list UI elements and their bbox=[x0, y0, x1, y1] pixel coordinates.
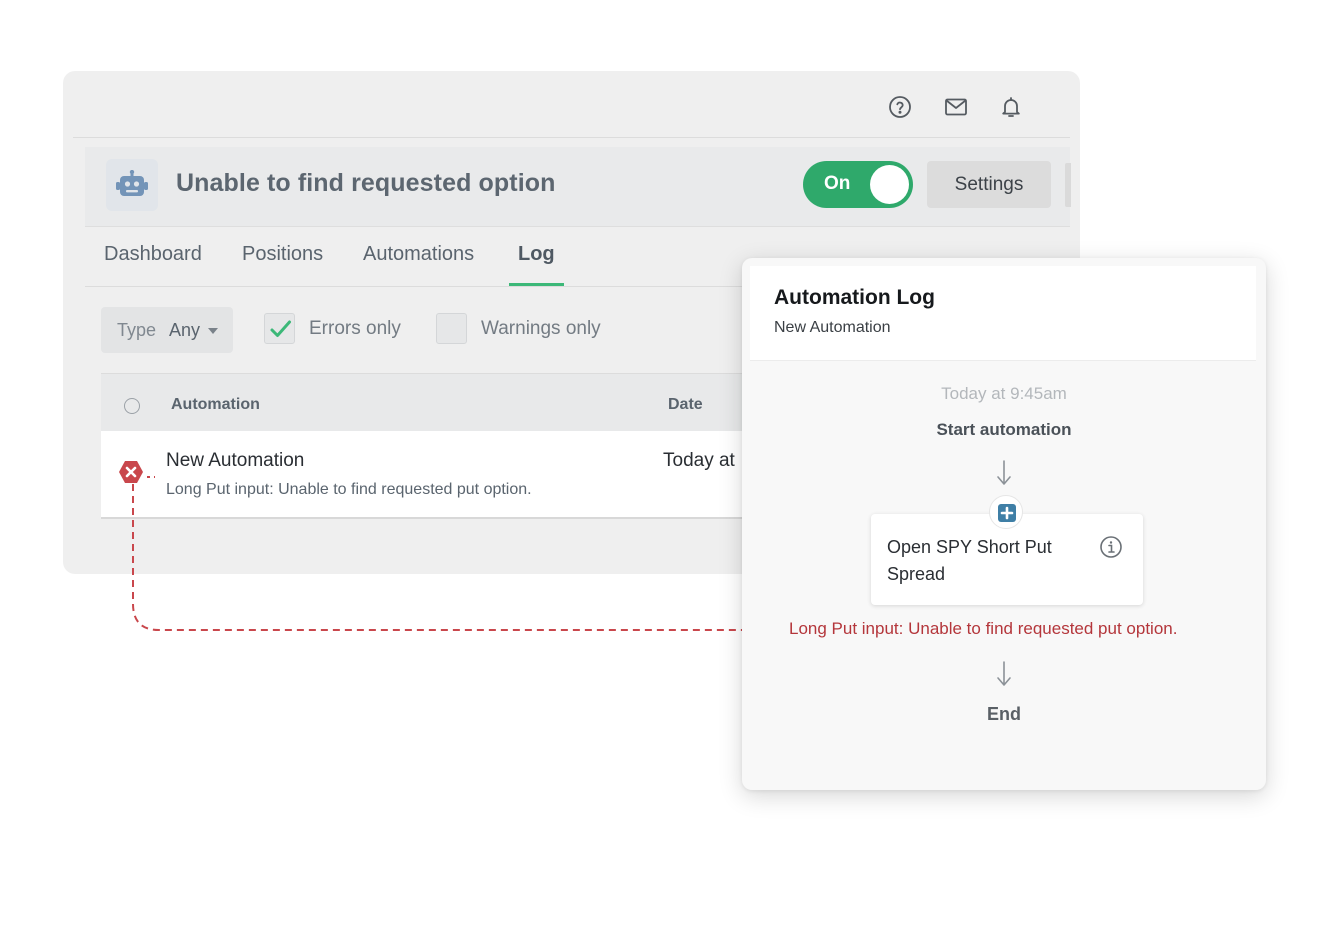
errors-only-checkbox[interactable] bbox=[264, 313, 295, 344]
card-subtitle: New Automation bbox=[774, 319, 891, 336]
type-filter-dropdown[interactable]: Type Any bbox=[101, 307, 233, 353]
tab-automations[interactable]: Automations bbox=[363, 243, 474, 266]
flow-start-label: Start automation bbox=[936, 420, 1072, 439]
column-header-automation[interactable]: Automation bbox=[171, 396, 260, 414]
row-automation-name: New Automation bbox=[166, 450, 305, 471]
step-label: Open SPY Short Put Spread bbox=[887, 537, 1052, 584]
card-header: Automation Log New Automation bbox=[750, 266, 1256, 361]
mail-icon[interactable] bbox=[944, 95, 968, 119]
robot-icon bbox=[106, 159, 158, 211]
flow-error-message: Long Put input: Unable to find requested… bbox=[789, 619, 1178, 638]
partial-button[interactable] bbox=[1065, 163, 1071, 207]
tab-positions[interactable]: Positions bbox=[242, 243, 323, 266]
checkmark-icon bbox=[270, 320, 291, 337]
type-filter-label: Type bbox=[117, 320, 157, 340]
tab-log[interactable]: Log bbox=[518, 243, 555, 266]
on-off-toggle[interactable]: On bbox=[803, 161, 913, 208]
plus-icon bbox=[998, 504, 1016, 522]
arrow-down-icon bbox=[997, 460, 1011, 485]
table-row[interactable]: New Automation Long Put input: Unable to… bbox=[101, 431, 801, 519]
tab-dashboard[interactable]: Dashboard bbox=[104, 243, 202, 266]
chevron-down-icon bbox=[208, 328, 218, 334]
arrow-down-icon bbox=[997, 661, 1011, 686]
error-icon bbox=[119, 461, 143, 483]
card-title: Automation Log bbox=[774, 286, 935, 309]
column-header-date[interactable]: Date bbox=[668, 396, 703, 414]
log-table: Automation Date New Automation Long Put … bbox=[101, 373, 801, 519]
header-divider bbox=[85, 226, 1070, 227]
row-error-message: Long Put input: Unable to find requested… bbox=[166, 481, 532, 498]
warnings-only-label[interactable]: Warnings only bbox=[481, 318, 601, 340]
automation-log-card: Automation Log New Automation Today at 9… bbox=[742, 258, 1266, 790]
type-filter-value: Any bbox=[169, 320, 201, 340]
step-plus-badge bbox=[989, 495, 1023, 529]
errors-only-label[interactable]: Errors only bbox=[309, 318, 401, 340]
top-bar bbox=[63, 71, 1080, 137]
info-icon[interactable] bbox=[1099, 535, 1123, 559]
help-circle-icon[interactable] bbox=[888, 95, 912, 119]
warnings-only-checkbox[interactable] bbox=[436, 313, 467, 344]
table-header: Automation Date bbox=[101, 373, 801, 432]
settings-button[interactable]: Settings bbox=[927, 161, 1051, 208]
flow-end-label: End bbox=[987, 704, 1021, 724]
topbar-divider bbox=[73, 137, 1070, 138]
page-title: Unable to find requested option bbox=[176, 169, 556, 197]
toggle-knob bbox=[870, 165, 909, 204]
bell-icon[interactable] bbox=[999, 95, 1023, 119]
flow-timestamp: Today at 9:45am bbox=[941, 384, 1067, 403]
row-date: Today at bbox=[663, 450, 735, 471]
toggle-label: On bbox=[824, 173, 851, 194]
select-all-radio[interactable] bbox=[124, 398, 140, 414]
